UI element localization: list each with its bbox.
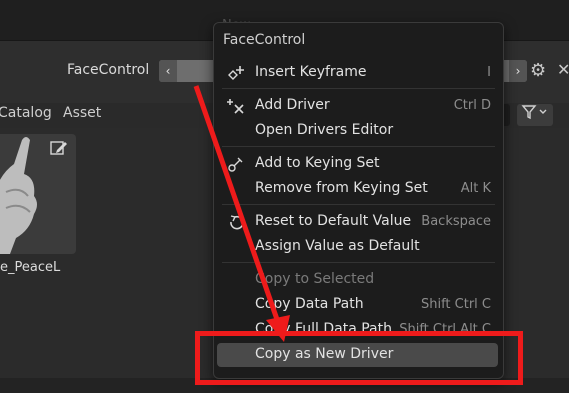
annotation-highlight-box — [195, 331, 523, 385]
